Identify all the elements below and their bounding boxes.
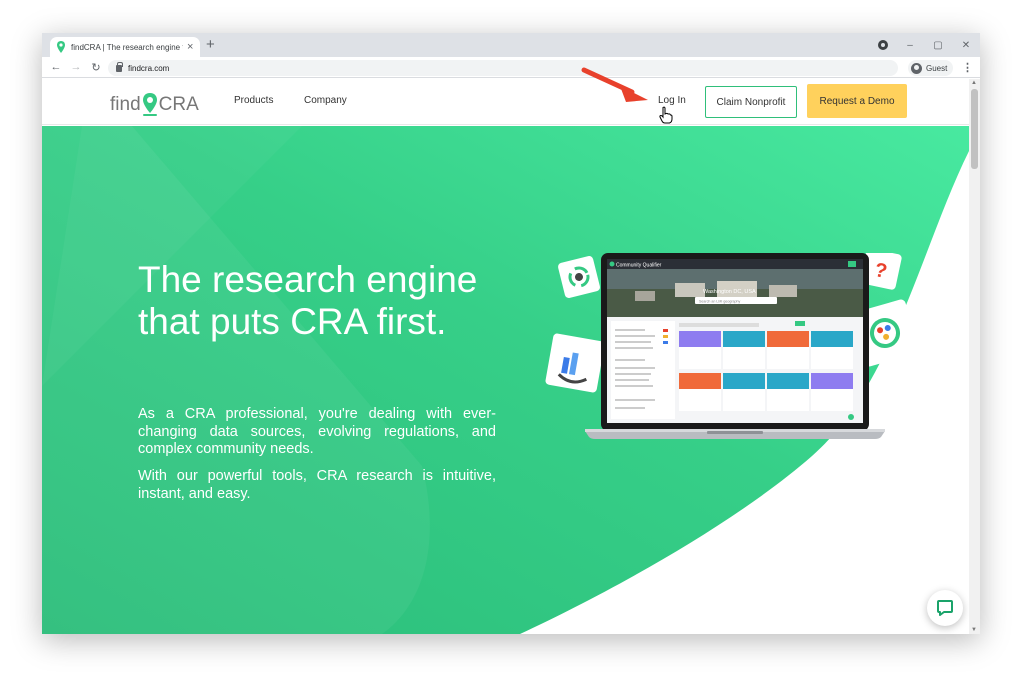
site-header: find CRA Products Company Log In Claim N…: [42, 79, 969, 125]
nav-products[interactable]: Products: [234, 95, 273, 106]
screen-app-name: Community Qualifier: [616, 263, 662, 269]
chat-widget-button[interactable]: [927, 590, 963, 626]
logo-text-cra: CRA: [158, 94, 199, 115]
floating-chart-tile: [545, 333, 605, 393]
page-scrollbar[interactable]: ▲ ▼: [969, 79, 980, 634]
chat-icon: [937, 600, 953, 616]
hero-section: The research engine that puts CRA first.…: [42, 126, 969, 634]
url-text: findcra.com: [128, 63, 170, 73]
window-controls: – ▢ ✕: [896, 33, 980, 57]
browser-window: findCRA | The research engine th × + – ▢…: [42, 33, 980, 634]
reload-button[interactable]: ↻: [86, 61, 106, 74]
hero-paragraph-1: As a CRA professional, you're dealing wi…: [138, 406, 496, 457]
scrollbar-thumb[interactable]: [971, 89, 978, 169]
new-tab-button[interactable]: +: [206, 37, 215, 53]
map-pin-logo-icon: [142, 93, 157, 116]
laptop-mockup-image: ? Community Qualifier Washington DC, USA…: [545, 253, 919, 439]
guest-label: Guest: [926, 63, 948, 73]
scroll-up-arrow[interactable]: ▲: [971, 80, 977, 86]
minimize-button[interactable]: –: [896, 40, 924, 51]
login-link[interactable]: Log In: [658, 95, 686, 106]
hero-paragraph-2: With our powerful tools, CRA research is…: [138, 468, 496, 502]
forward-button[interactable]: →: [66, 61, 86, 73]
guest-avatar-icon: [911, 62, 922, 74]
map-pin-icon: [57, 41, 65, 53]
page-viewport: The research engine that puts CRA first.…: [42, 79, 969, 634]
screen-location: Washington DC, USA: [703, 289, 756, 295]
findcra-logo[interactable]: find CRA: [110, 87, 199, 117]
back-button[interactable]: ←: [46, 61, 66, 73]
browser-tab[interactable]: findCRA | The research engine th ×: [50, 37, 200, 57]
tab-title: findCRA | The research engine th: [71, 42, 183, 52]
screen-search: Search an LMI geography: [699, 300, 741, 304]
screenshot-stage: findCRA | The research engine th × + – ▢…: [0, 0, 1027, 678]
arrow-annotation: [581, 67, 648, 102]
scroll-down-arrow[interactable]: ▼: [971, 627, 977, 633]
hand-cursor-icon: [659, 106, 673, 124]
browser-menu-icon[interactable]: ⋮: [962, 61, 973, 74]
request-demo-button[interactable]: Request a Demo: [807, 84, 907, 118]
close-window-button[interactable]: ✕: [952, 40, 980, 51]
tab-strip: findCRA | The research engine th × + – ▢…: [42, 33, 980, 57]
lock-icon: [116, 61, 123, 72]
hero-title: The research engine that puts CRA first.: [138, 259, 478, 342]
browser-toolbar: ← → ↻ findcra.com Guest ⋮: [42, 57, 980, 78]
profile-menu-icon[interactable]: [878, 40, 888, 50]
address-bar[interactable]: findcra.com: [108, 60, 898, 76]
restore-button[interactable]: ▢: [924, 40, 952, 51]
floating-icon-tile: [558, 256, 600, 298]
claim-nonprofit-button[interactable]: Claim Nonprofit: [705, 86, 797, 118]
tab-close-icon[interactable]: ×: [187, 41, 193, 53]
guest-profile-button[interactable]: Guest: [908, 60, 954, 76]
nav-company[interactable]: Company: [304, 95, 347, 106]
logo-text-find: find: [110, 94, 141, 115]
